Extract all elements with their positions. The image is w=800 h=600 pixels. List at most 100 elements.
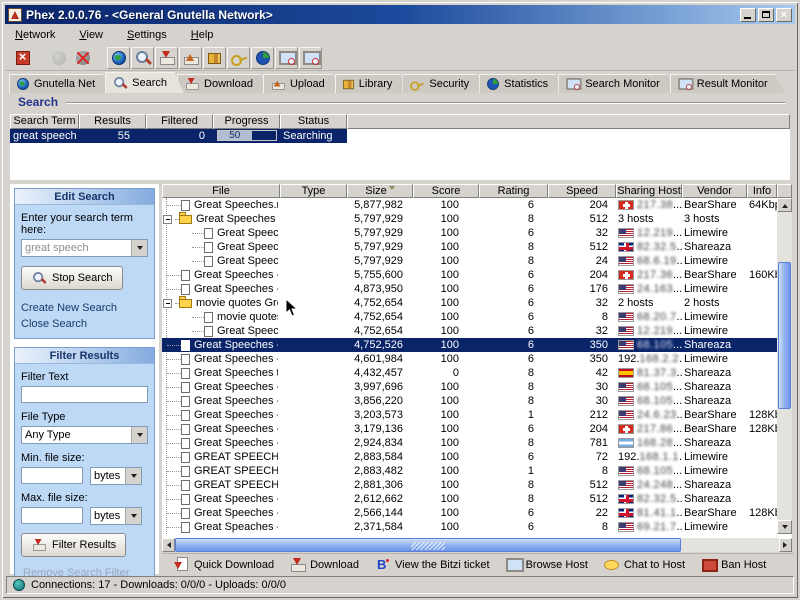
min-size-input[interactable] <box>21 467 83 484</box>
filter-results-button[interactable]: Filter Results <box>21 533 126 557</box>
view-the-bitzi-ticket-button[interactable]: View the Bitzi ticket <box>375 557 490 573</box>
result-row-16[interactable]: Great Speeches - Jcmp33,203,573100121224… <box>162 408 777 422</box>
result-row-14[interactable]: Great Speeches - Rcmp33,997,69610083068.… <box>162 380 777 394</box>
min-size-unit-select[interactable]: bytes <box>90 467 142 485</box>
result-row-12[interactable]: Great Speeches - Prmp34,601,984100635019… <box>162 352 777 366</box>
menu-network[interactable]: Network <box>15 29 55 41</box>
result-row-6[interactable]: Great Speeches - - mp35,755,600100620421… <box>162 268 777 282</box>
type-column-header[interactable]: Type <box>280 184 347 198</box>
max-size-unit-select[interactable]: bytes <box>90 507 142 525</box>
menu-settings[interactable]: Settings <box>127 29 167 41</box>
tab-library[interactable]: Library <box>335 74 410 93</box>
file-type-select[interactable]: Any Type <box>21 426 148 444</box>
min-unit-dropdown-button[interactable] <box>125 468 141 484</box>
security-button[interactable] <box>227 47 250 69</box>
result-row-5[interactable]: Great Speechesmp35,797,92910082468.6.19.… <box>162 254 777 268</box>
result-row-7[interactable]: Great Speeches - Pamp34,873,950100617624… <box>162 282 777 296</box>
scroll-right-button[interactable] <box>779 538 792 552</box>
search-monitor-button[interactable] <box>275 47 298 69</box>
tab-result-monitor[interactable]: Result Monitor <box>670 74 785 93</box>
result-row-19[interactable]: GREAT SPEECHES Jimp32,883,584100672192.1… <box>162 450 777 464</box>
library-button[interactable] <box>203 47 226 69</box>
result-row-3[interactable]: Great Speechesmp35,797,92910063212.219..… <box>162 226 777 240</box>
scroll-up-button[interactable] <box>777 198 792 212</box>
result-row-20[interactable]: GREAT SPEECHES Jimp32,883,4821001868.105… <box>162 464 777 478</box>
vertical-scrollbar[interactable] <box>777 198 792 534</box>
rating-column-header[interactable]: Rating <box>479 184 548 198</box>
statistics-button[interactable] <box>251 47 274 69</box>
sharing-host-column-header[interactable]: Sharing Host <box>616 184 682 198</box>
result-row-21[interactable]: GREAT SPEECHES Jimp32,881,306100851224.2… <box>162 478 777 492</box>
result-row-22[interactable]: Great Speeches - Brmp32,612,662100851282… <box>162 492 777 506</box>
result-row-23[interactable]: Great Speeches - M.mp32,566,14410062281.… <box>162 506 777 520</box>
maximize-button[interactable] <box>758 8 774 22</box>
gnutella-net-button[interactable] <box>107 47 130 69</box>
search-term-column-header[interactable]: Search Term <box>10 114 79 129</box>
max-size-input[interactable] <box>21 507 83 524</box>
tab-search-monitor[interactable]: Search Monitor <box>558 74 677 93</box>
file-type-dropdown-button[interactable] <box>131 427 147 443</box>
result-row-4[interactable]: Great Speechesmp35,797,929100851282.32.5… <box>162 240 777 254</box>
result-row-10[interactable]: Great Speechesmp34,752,65410063212.219..… <box>162 324 777 338</box>
result-row-11[interactable]: Great Speeches - Pamp34,752,526100635068… <box>162 338 777 352</box>
create-new-search-link[interactable]: Create New Search <box>21 302 148 314</box>
tab-statistics[interactable]: Statistics <box>479 74 565 93</box>
header-filler <box>347 114 790 129</box>
vendor-column-header[interactable]: Vendor <box>682 184 747 198</box>
result-row-9[interactable]: movie quotes Gimp34,752,6541006868.20.7.… <box>162 310 777 324</box>
score-column-header[interactable]: Score <box>413 184 479 198</box>
tab-gnutella-net[interactable]: Gnutella Net <box>9 74 112 93</box>
scroll-left-button[interactable] <box>162 538 175 552</box>
search-row-selected[interactable]: great speech 55 0 50 Searching <box>10 129 347 143</box>
disconnect-button[interactable] <box>71 47 94 69</box>
close-button[interactable]: × <box>776 8 792 22</box>
tab-download[interactable]: Download <box>177 74 270 93</box>
filter-text-input[interactable] <box>21 386 148 403</box>
menu-view[interactable]: View <box>79 29 103 41</box>
horizontal-scrollbar[interactable] <box>162 538 792 552</box>
result-row-2[interactable]: Great Speeches - Tcmp35,797,92910085123 … <box>162 212 777 226</box>
speed-column-header[interactable]: Speed <box>548 184 616 198</box>
menu-help[interactable]: Help <box>191 29 214 41</box>
upload-button[interactable] <box>179 47 202 69</box>
result-row-1[interactable]: Great Speeches.mp.mp35,877,9821006204217… <box>162 198 777 212</box>
size-column-header[interactable]: Size <box>347 184 413 198</box>
result-row-13[interactable]: Great Speeches themp34,432,457084281.37.… <box>162 366 777 380</box>
results-column-header[interactable]: Results <box>79 114 146 129</box>
ban-host-button[interactable]: Ban Host <box>701 557 766 573</box>
collapse-toggle-icon[interactable] <box>163 299 172 308</box>
browse-host-button[interactable]: Browse Host <box>506 557 588 573</box>
filtered-column-header[interactable]: Filtered <box>146 114 213 129</box>
titlebar[interactable]: Phex 2.0.0.76 - <General Gnutella Networ… <box>5 5 795 24</box>
combo-dropdown-button[interactable] <box>131 240 147 256</box>
quick-download-button[interactable]: Quick Download <box>174 557 274 573</box>
collapse-toggle-icon[interactable] <box>163 215 172 224</box>
minimize-button[interactable] <box>740 8 756 22</box>
download-button[interactable] <box>155 47 178 69</box>
ellipsis: ... <box>673 464 682 478</box>
file-column-header[interactable]: File <box>162 184 280 198</box>
chat-to-host-button[interactable]: Chat to Host <box>604 557 685 573</box>
search-term-combo[interactable]: great speech <box>21 239 148 257</box>
stop-search-button[interactable]: Stop Search <box>21 266 123 290</box>
tab-search[interactable]: Search <box>105 72 184 93</box>
close-search-link[interactable]: Close Search <box>21 318 148 330</box>
info-column-header[interactable]: Info <box>747 184 777 198</box>
scroll-down-button[interactable] <box>777 520 792 534</box>
max-unit-dropdown-button[interactable] <box>125 508 141 524</box>
result-row-17[interactable]: Great Speeches - Jcmp33,179,136100620421… <box>162 422 777 436</box>
result-monitor-button[interactable] <box>299 47 322 69</box>
tab-security[interactable]: Security <box>402 74 486 93</box>
search-button[interactable] <box>131 47 154 69</box>
result-row-24[interactable]: Great Speaches - M.mp32,371,5841006869.2… <box>162 520 777 534</box>
vertical-scroll-thumb[interactable] <box>778 262 791 409</box>
result-row-15[interactable]: Great Speeches - Rcmp33,856,22010083068.… <box>162 394 777 408</box>
download-button[interactable]: Download <box>290 557 359 573</box>
status-column-header[interactable]: Status <box>280 114 347 129</box>
result-row-18[interactable]: Great Speeches - Acmov2,924,834100878116… <box>162 436 777 450</box>
tab-upload[interactable]: Upload <box>263 74 342 93</box>
result-row-8[interactable]: movie quotes Great mp34,752,6541006322 h… <box>162 296 777 310</box>
progress-column-header[interactable]: Progress <box>213 114 280 129</box>
exit-button[interactable] <box>11 47 34 69</box>
horizontal-scroll-thumb[interactable] <box>175 538 681 552</box>
